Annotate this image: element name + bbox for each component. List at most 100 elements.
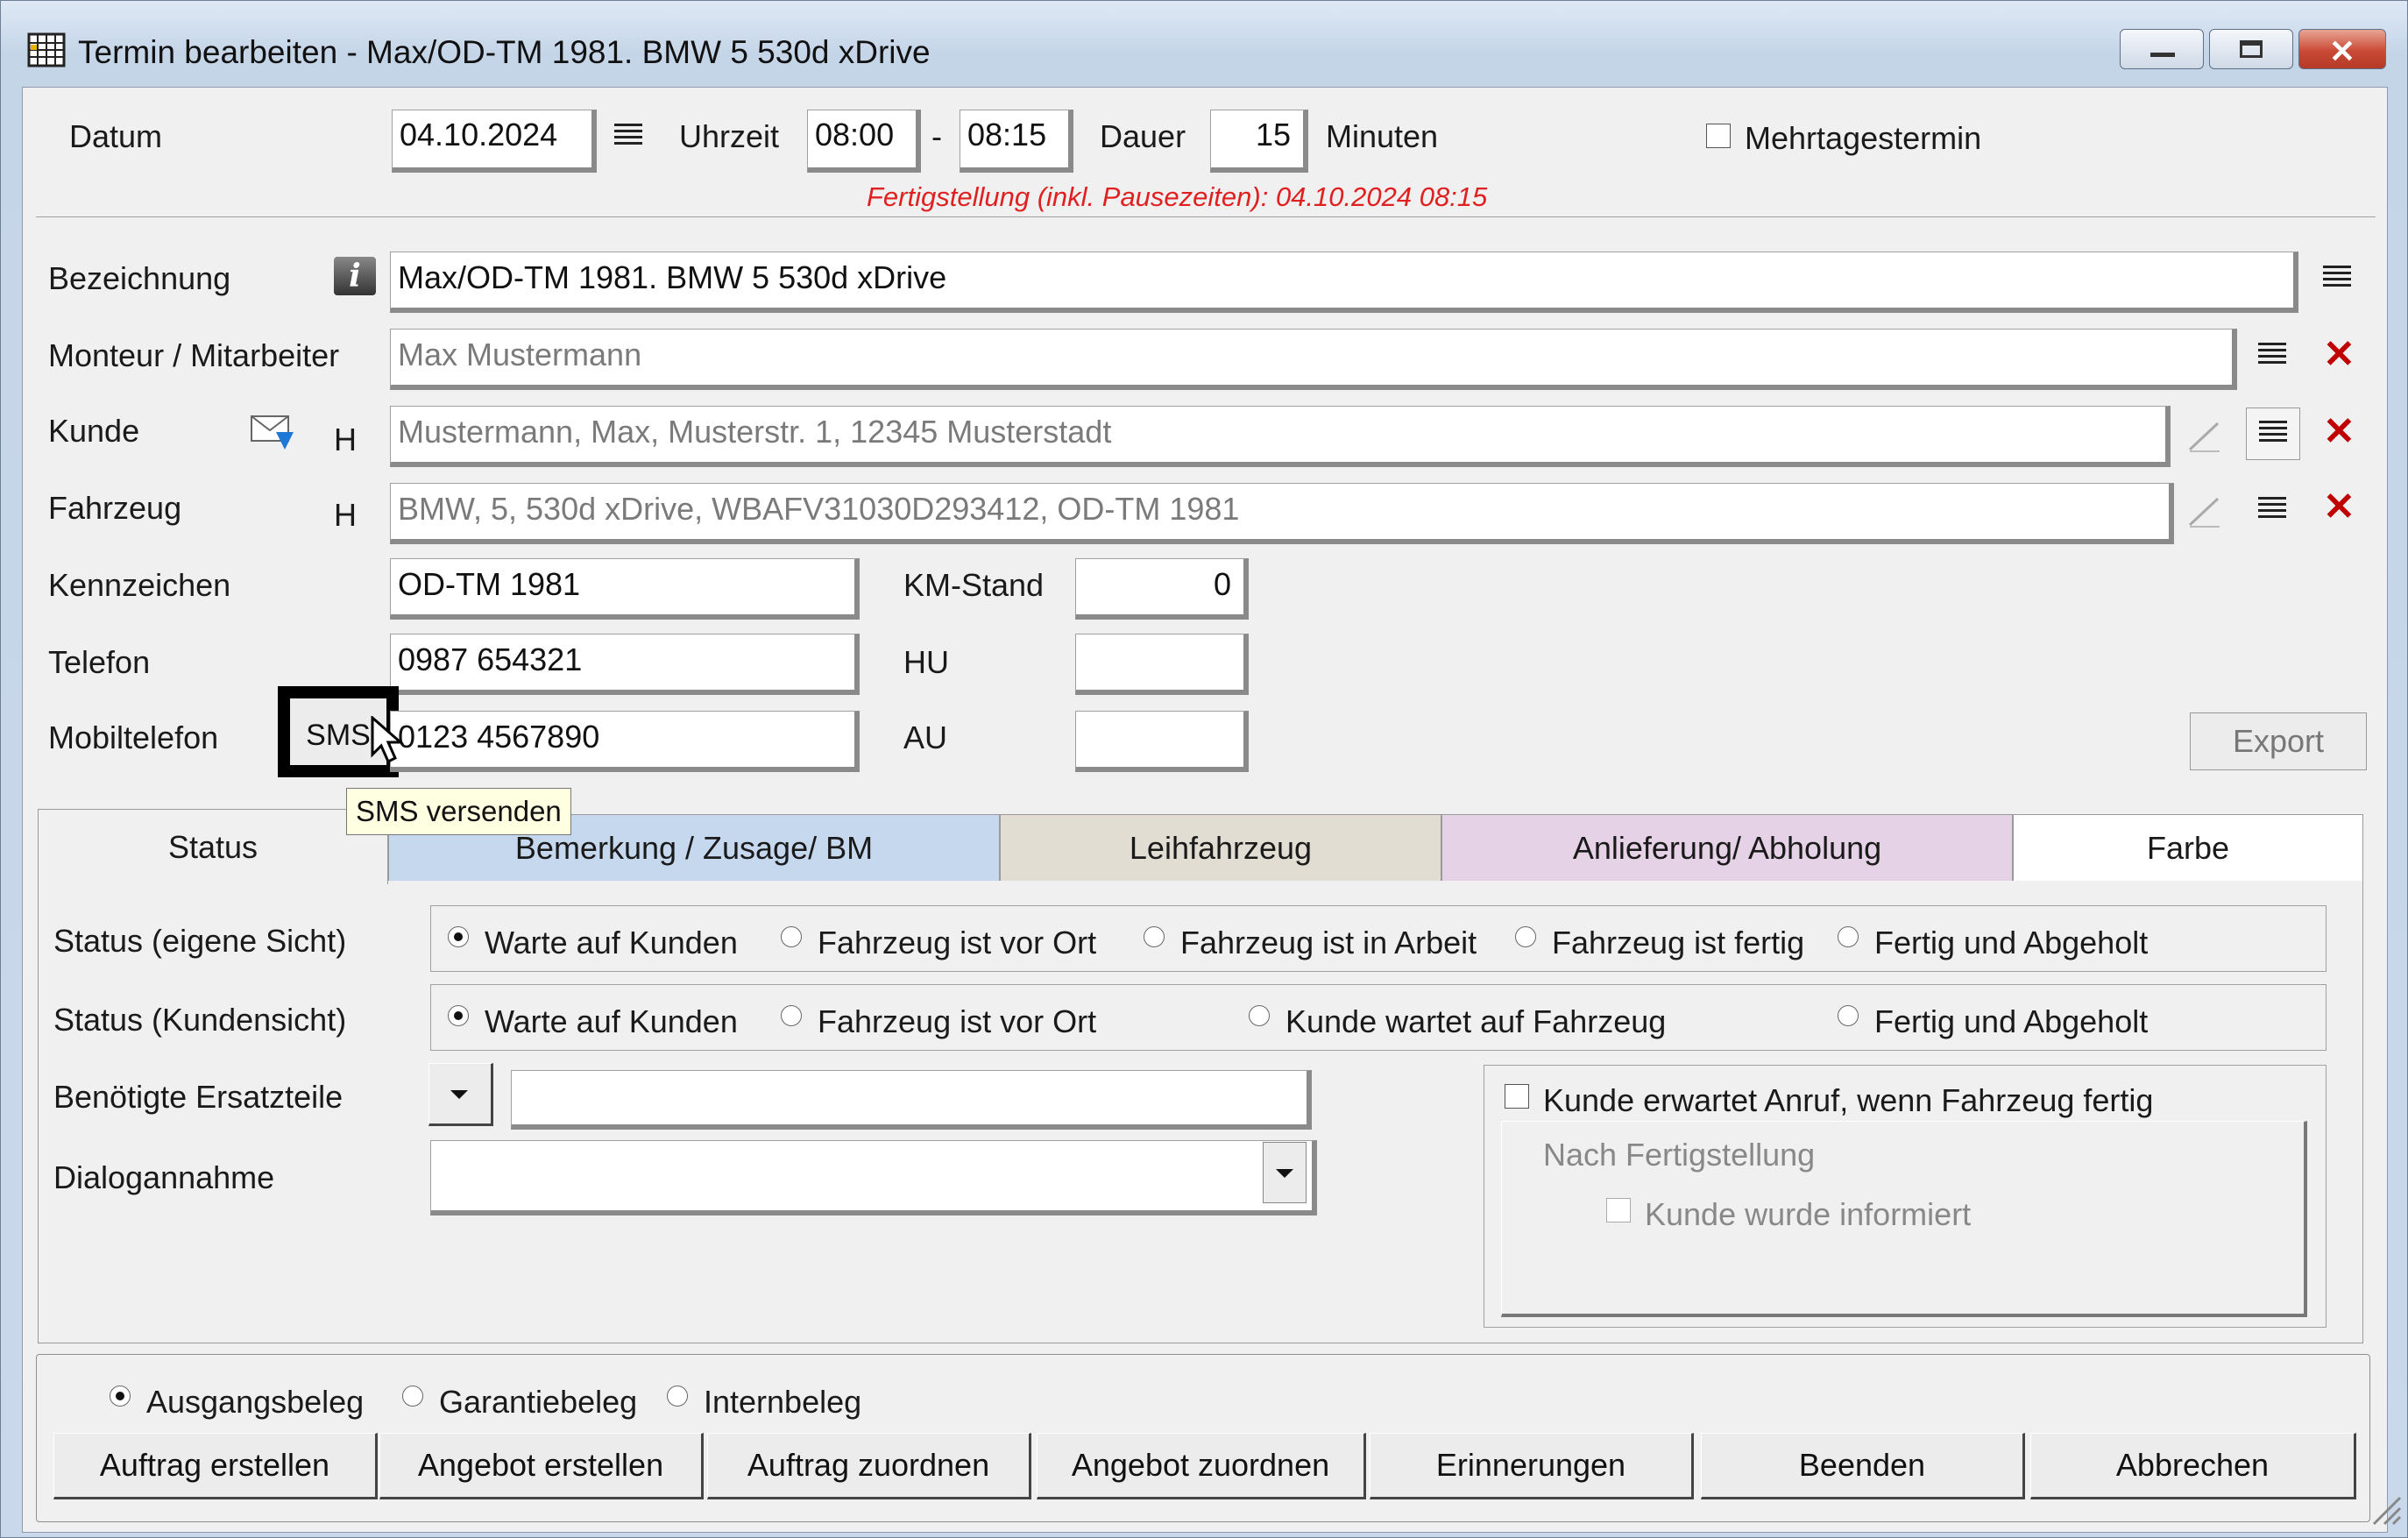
status-kunden-option-1: Warte auf Kunden [485,1003,738,1039]
fahrzeug-label: Fahrzeug [48,490,182,526]
dauer-label: Dauer [1100,118,1186,154]
mehrtages-label: Mehrtagestermin [1745,120,1982,156]
beleg-garantie-label: Garantiebeleg [439,1384,638,1420]
tab-leihfahrzeug[interactable]: Leihfahrzeug [1000,814,1441,881]
status-kunden-label: Status (Kundensicht) [53,1002,347,1038]
mobil-label: Mobiltelefon [48,719,219,755]
status-kunden-option-4: Fertig und Abgeholt [1874,1003,2149,1039]
beleg-radio-ausgang[interactable] [110,1386,131,1407]
informiert-label: Kunde wurde informiert [1645,1196,1972,1232]
resize-grip-icon[interactable] [2367,1491,2402,1526]
kennzeichen-label: Kennzeichen [48,567,231,603]
auftrag-erstellen-button[interactable]: Auftrag erstellen [53,1433,378,1499]
abbrechen-button[interactable]: Abbrechen [2030,1433,2356,1499]
kunde-label: Kunde [48,413,140,449]
telefon-field[interactable]: 0987 654321 [390,634,860,695]
kunde-field[interactable]: Mustermann, Max, Musterstr. 1, 12345 Mus… [390,406,2171,467]
close-window-button[interactable]: ✕ [2298,29,2386,69]
fahrzeug-field[interactable]: BMW, 5, 530d xDrive, WBAFV31030D293412, … [390,483,2174,544]
kennzeichen-field[interactable]: OD-TM 1981 [390,558,860,620]
dauer-field[interactable]: 15 [1210,110,1308,173]
close-icon: ✕ [2328,33,2356,69]
kunde-edit-icon[interactable] [2186,418,2221,453]
status-eigene-radio-1[interactable] [448,926,469,947]
chevron-down-icon [450,1090,468,1099]
status-eigene-radio-2[interactable] [781,926,802,947]
app-icon [27,32,66,67]
time-to-field[interactable]: 08:15 [960,110,1073,173]
hu-field[interactable] [1075,634,1249,695]
datum-field[interactable]: 04.10.2024 [392,110,597,173]
bezeichnung-field[interactable]: Max/OD-TM 1981. BMW 5 530d xDrive [390,252,2298,313]
tab-status[interactable]: Status [38,809,388,884]
beenden-button[interactable]: Beenden [1701,1433,2025,1499]
monteur-list-icon[interactable] [2258,343,2286,369]
time-from-field[interactable]: 08:00 [807,110,921,173]
mobil-field[interactable]: 0123 4567890 [390,711,860,772]
angebot-zuordnen-button[interactable]: Angebot zuordnen [1037,1433,1366,1499]
top-separator [36,216,2376,217]
window-title: Termin bearbeiten - Max/OD-TM 1981. BMW … [78,34,931,70]
fahrzeug-edit-icon[interactable] [2186,493,2221,528]
status-kunden-radio-2[interactable] [781,1005,802,1026]
ersatzteile-field[interactable] [511,1070,1312,1130]
status-kunden-radio-3[interactable] [1249,1005,1270,1026]
status-eigene-option-1: Warte auf Kunden [485,925,738,960]
info-icon[interactable]: i [334,257,376,295]
kmstand-label: KM-Stand [903,567,1045,603]
erinnerungen-button[interactable]: Erinnerungen [1370,1433,1694,1499]
kunde-list-button[interactable] [2246,408,2300,460]
status-eigene-label: Status (eigene Sicht) [53,923,347,959]
date-picker-icon[interactable] [614,124,642,150]
fahrzeug-h-label: H [334,497,357,533]
kunde-h-label: H [334,422,357,457]
uhrzeit-label: Uhrzeit [679,118,780,154]
monteur-clear-icon[interactable]: ✕ [2323,336,2355,374]
status-eigene-radio-3[interactable] [1144,926,1165,947]
kunde-list-icon [2259,421,2287,447]
export-button[interactable]: Export [2190,712,2367,770]
informiert-checkbox[interactable] [1606,1198,1631,1223]
angebot-erstellen-button[interactable]: Angebot erstellen [379,1433,704,1499]
mail-icon[interactable] [250,413,295,451]
status-kunden-radio-4[interactable] [1838,1005,1859,1026]
status-kunden-option-3: Kunde wartet auf Fahrzeug [1285,1003,1667,1039]
anruf-checkbox[interactable] [1505,1084,1529,1109]
kmstand-field[interactable]: 0 [1075,558,1249,620]
minimize-icon [2150,53,2175,57]
anruf-label: Kunde erwartet Anruf, wenn Fahrzeug fert… [1543,1082,2154,1118]
beleg-radio-garantie[interactable] [402,1386,423,1407]
status-eigene-option-2: Fahrzeug ist vor Ort [818,925,1097,960]
dialog-window: Termin bearbeiten - Max/OD-TM 1981. BMW … [0,0,2408,1538]
status-kunden-radio-1[interactable] [448,1005,469,1026]
datum-label: Datum [69,118,163,154]
dialog-label: Dialogannahme [53,1159,275,1195]
sms-tooltip: SMS versenden [346,788,571,835]
maximize-icon [2240,40,2263,58]
kunde-clear-icon[interactable]: ✕ [2323,413,2355,451]
fahrzeug-clear-icon[interactable]: ✕ [2323,488,2355,527]
fahrzeug-list-icon[interactable] [2258,497,2286,523]
minuten-label: Minuten [1326,118,1439,154]
dialog-dropdown-button[interactable] [1263,1142,1307,1203]
ersatzteile-dropdown-button[interactable] [428,1063,493,1126]
status-eigene-radio-4[interactable] [1515,926,1536,947]
monteur-field[interactable]: Max Mustermann [390,329,2237,390]
bezeichnung-list-icon[interactable] [2323,266,2351,292]
tab-anlieferung[interactable]: Anlieferung/ Abholung [1441,814,2013,881]
minimize-button[interactable] [2120,29,2204,69]
status-eigene-option-5: Fertig und Abgeholt [1874,925,2149,960]
mehrtages-checkbox[interactable] [1706,124,1731,148]
status-eigene-radio-5[interactable] [1838,926,1859,947]
tab-farbe[interactable]: Farbe [2013,814,2363,881]
maximize-button[interactable] [2209,29,2293,69]
time-dash: - [931,118,942,154]
au-field[interactable] [1075,711,1249,772]
beleg-radio-intern[interactable] [667,1386,688,1407]
nach-fertigstellung-label: Nach Fertigstellung [1543,1137,1816,1173]
dialog-select[interactable] [430,1140,1317,1216]
mouse-cursor-icon [371,714,406,765]
bezeichnung-label: Bezeichnung [48,260,231,296]
telefon-label: Telefon [48,644,151,680]
auftrag-zuordnen-button[interactable]: Auftrag zuordnen [707,1433,1031,1499]
